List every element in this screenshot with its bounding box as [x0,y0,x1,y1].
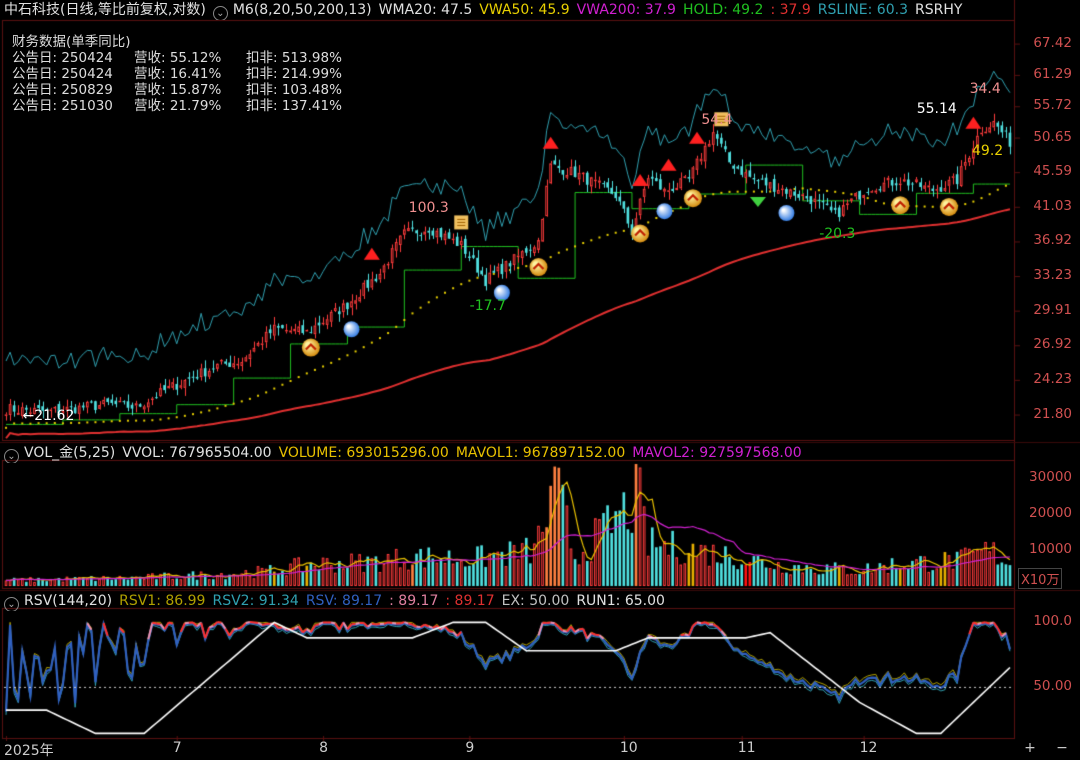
rsv-header-item: RSV1: 86.99 [119,593,206,609]
main-header-item: 中石科技(日线,等比前复权,对数) [4,2,206,18]
rsv-header-item: : 89.17 [445,593,495,609]
financial-date: 公告日: 251030 [12,98,113,114]
main-header-item: RSRHY [914,2,963,18]
rsv-header-item: RSV: 89.17 [305,593,383,609]
main-header-item: HOLD: 49.2 [682,2,764,18]
price-annotation: 100.3 [408,200,449,217]
financial-np: 扣非: 137.41% [246,98,342,114]
financial-rev: 营收: 15.87% [134,82,222,98]
price-annotation: 49.2 [972,142,1004,159]
financial-title: 财务数据(单季同比) [12,34,131,50]
volume-indicator-header: ⌄ VOL_金(5,25) VVOL: 767965504.00 VOLUME: 69… [4,443,1018,463]
date-axis-tick: 10 [619,740,638,756]
main-header-item: M6(8,20,50,200,13) [232,2,372,18]
volume-axis-tick: 30000 [1029,469,1072,486]
financial-data-box: 财务数据(单季同比) 公告日: 250424 营收: 55.12% 扣非: 513.… [12,34,366,114]
price-axis-tick: 21.80 [1033,405,1072,422]
price-annotation: ←21.62 [22,408,75,425]
date-axis-tick: 8 [319,740,328,756]
price-annotation: 55.14 [916,100,957,117]
indicator-menu-icon[interactable]: ⌄ [4,449,19,463]
price-annotation: 54.4 [701,111,733,128]
date-axis-tick: 7 [172,740,182,756]
price-axis-tick: 67.42 [1033,34,1072,51]
main-header-item: VWA50: 45.9 [479,2,570,18]
financial-rev: 营收: 16.41% [134,66,222,82]
price-axis-tick: 33.23 [1033,267,1072,284]
main-header-item: RSLINE: 60.3 [817,2,908,18]
rsv-header-item: RUN1: 65.00 [576,593,665,609]
date-axis-tick: 11 [737,740,756,756]
rsv-axis-tick: 100.0 [1033,613,1072,630]
financial-np: 扣非: 513.98% [246,50,342,66]
financial-date: 公告日: 250424 [12,50,113,66]
financial-date: 公告日: 250424 [12,66,113,82]
vol-header-item: VOL_金(5,25) [24,445,116,461]
price-annotation: -17.7 [469,298,506,315]
volume-axis-tick: 20000 [1029,505,1072,522]
vol-header-item: MAVOL2: 927597568.00 [632,445,802,461]
rsv-header-item: RSV2: 91.34 [212,593,299,609]
vol-header-item: VVOL: 767965504.00 [122,445,272,461]
main-header-item: VWA200: 37.9 [576,2,676,18]
vol-header-item: VOLUME: 693015296.00 [278,445,449,461]
volume-unit-label: X10万 [1018,568,1063,589]
price-axis-tick: 41.03 [1033,197,1072,214]
financial-row: 公告日: 250829 营收: 15.87% 扣非: 103.48% [12,82,366,98]
indicator-menu-icon[interactable]: ⌄ [212,6,228,20]
price-axis-tick: 24.23 [1033,370,1072,387]
financial-date: 公告日: 250829 [12,82,113,98]
main-header-item: WMA20: 47.5 [378,2,473,18]
date-axis-tick: 12 [859,740,878,756]
price-axis-tick: 29.91 [1033,301,1072,318]
zoom-in-button[interactable]: + [1018,739,1042,757]
price-axis-tick: 36.92 [1033,232,1072,249]
rsv-header-item: RSV(144,20) [24,593,113,609]
volume-axis-tick: 10000 [1029,541,1072,558]
financial-row: 公告日: 250424 营收: 55.12% 扣非: 513.98% [12,50,366,66]
price-annotation: -20.3 [819,226,856,243]
price-axis-tick: 55.72 [1033,97,1072,114]
price-axis-tick: 26.92 [1033,336,1072,353]
financial-row: 公告日: 250424 营收: 16.41% 扣非: 214.99% [12,66,366,82]
financial-np: 扣非: 214.99% [246,66,342,82]
vol-header-item: MAVOL1: 967897152.00 [455,445,626,461]
price-annotation: 34.4 [969,81,1001,98]
financial-np: 扣非: 103.48% [246,82,342,98]
rsv-header-item: : 89.17 [389,593,439,609]
financial-rev: 营收: 21.79% [134,98,222,114]
date-axis-tick: 2025年 [4,743,54,759]
price-indicator-header: 中石科技(日线,等比前复权,对数) ⌄ M6(8,20,50,200,13) WMA2… [4,0,1018,20]
financial-row: 公告日: 251030 营收: 21.79% 扣非: 137.41% [12,98,366,114]
zoom-out-button[interactable]: − [1050,739,1074,757]
rsv-header-item: EX: 50.00 [501,593,570,609]
price-axis-tick: 45.59 [1033,163,1072,180]
financial-rev: 营收: 55.12% [134,50,222,66]
rsv-axis-tick: 50.00 [1033,677,1072,694]
indicator-menu-icon[interactable]: ⌄ [4,597,19,611]
date-axis-tick: 9 [465,740,475,756]
rsv-indicator-header: ⌄ RSV(144,20) RSV1: 86.99 RSV2: 91.34 RSV: 8… [4,591,1018,611]
price-axis-tick: 50.65 [1033,128,1072,145]
main-header-item: : 37.9 [770,2,811,18]
price-axis-tick: 61.29 [1033,65,1072,82]
